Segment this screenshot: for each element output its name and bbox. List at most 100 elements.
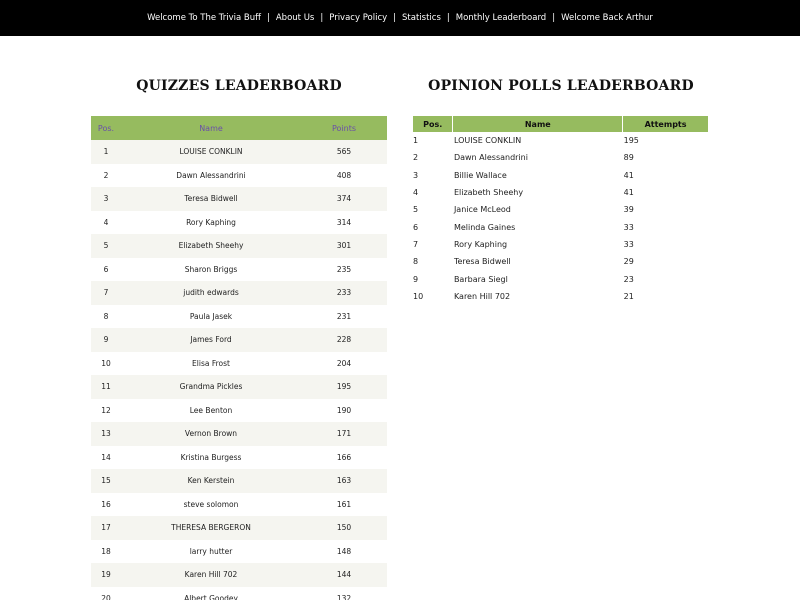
table-row: 15 Ken Kerstein 163 (91, 469, 387, 493)
cell-points: 190 (301, 398, 387, 422)
cell-position: 19 (91, 563, 121, 587)
table-row: 3 Billie Wallace 41 (413, 167, 709, 184)
table-row: 17 THERESA BERGERON 150 (91, 516, 387, 540)
cell-position: 8 (91, 304, 121, 328)
cell-position: 13 (91, 422, 121, 446)
table-row: 6 Sharon Briggs 235 (91, 257, 387, 281)
cell-player-name: LOUISE CONKLIN (453, 136, 522, 146)
cell-player-name: Rory Kaphing (121, 210, 301, 234)
table-row: 2 Dawn Alessandrini 408 (91, 163, 387, 187)
table-row: 14 Kristina Burgess 166 (91, 445, 387, 469)
cell-points: 163 (301, 469, 387, 493)
cell-attempts: 195 (623, 136, 639, 146)
table-row: 1 LOUISE CONKLIN 565 (91, 140, 387, 164)
nav-separator: | (320, 13, 324, 23)
table-header-row: Pos. Name Points (91, 116, 387, 140)
cell-position: 17 (91, 516, 121, 540)
nav-separator: | (552, 13, 556, 23)
cell-attempts: 33 (623, 239, 634, 249)
cell-points: 374 (301, 187, 387, 211)
cell-player-name: Billie Wallace (453, 170, 507, 180)
nav-separator: | (266, 13, 270, 23)
cell-player-name: James Ford (121, 328, 301, 352)
nav-link-monthly-leaderboard[interactable]: Monthly Leaderboard (456, 13, 546, 23)
cell-points: 408 (301, 163, 387, 187)
cell-position: 6 (91, 257, 121, 281)
column-header-name: Name (121, 116, 301, 140)
cell-position: 14 (91, 445, 121, 469)
cell-points: 228 (301, 328, 387, 352)
table-row: 8 Teresa Bidwell 29 (413, 253, 709, 270)
cell-player-name: Vernon Brown (121, 422, 301, 446)
cell-player-name: Sharon Briggs (121, 257, 301, 281)
cell-position: 20 (91, 586, 121, 600)
nav-link-statistics[interactable]: Statistics (402, 13, 441, 23)
quizzes-leaderboard-title: QUIZZES LEADERBOARD (136, 78, 342, 94)
cell-player-name: Barbara Siegl (453, 274, 508, 284)
cell-attempts: 21 (623, 291, 634, 301)
table-row: 5 Elizabeth Sheehy 301 (91, 234, 387, 258)
cell-points: 231 (301, 304, 387, 328)
cell-player-name: Teresa Bidwell (121, 187, 301, 211)
cell-points: 314 (301, 210, 387, 234)
cell-position: 9 (91, 328, 121, 352)
cell-points: 132 (301, 586, 387, 600)
cell-attempts: 41 (623, 170, 634, 180)
polls-leaderboard-title: OPINION POLLS LEADERBOARD (428, 78, 694, 94)
cell-position: 10 (91, 351, 121, 375)
cell-player-name: Albert Goodey (121, 586, 301, 600)
cell-player-name: Dawn Alessandrini (453, 153, 528, 163)
cell-points: 233 (301, 281, 387, 305)
cell-points: 166 (301, 445, 387, 469)
cell-player-name: THERESA BERGERON (121, 516, 301, 540)
table-row: 9 James Ford 228 (91, 328, 387, 352)
cell-position: 2 (413, 153, 419, 163)
cell-position: 7 (91, 281, 121, 305)
cell-player-name: Teresa Bidwell (453, 257, 511, 267)
cell-position: 3 (91, 187, 121, 211)
cell-position: 1 (413, 136, 419, 146)
table-row: 5 Janice McLeod 39 (413, 201, 709, 218)
table-row: 10 Karen Hill 702 21 (413, 288, 709, 305)
cell-attempts: 23 (623, 274, 634, 284)
cell-player-name: LOUISE CONKLIN (121, 140, 301, 164)
cell-player-name: judith edwards (121, 281, 301, 305)
cell-position: 3 (413, 170, 419, 180)
nav-link-privacy-policy[interactable]: Privacy Policy (329, 13, 387, 23)
cell-position: 10 (413, 291, 424, 301)
cell-player-name: Elisa Frost (121, 351, 301, 375)
cell-position: 16 (91, 492, 121, 516)
table-row: 12 Lee Benton 190 (91, 398, 387, 422)
nav-link-account[interactable]: Welcome Back Arthur (561, 13, 653, 23)
table-row: 7 Rory Kaphing 33 (413, 236, 709, 253)
column-header-points: Points (301, 116, 387, 140)
cell-attempts: 29 (623, 257, 634, 267)
cell-position: 15 (91, 469, 121, 493)
cell-points: 235 (301, 257, 387, 281)
cell-player-name: larry hutter (121, 539, 301, 563)
table-row: 6 Melinda Gaines 33 (413, 218, 709, 235)
cell-attempts: 89 (623, 153, 634, 163)
top-navigation: Welcome To The Trivia Buff | About Us | … (0, 0, 800, 36)
cell-player-name: Grandma Pickles (121, 375, 301, 399)
cell-attempts: 33 (623, 222, 634, 232)
table-row: 11 Grandma Pickles 195 (91, 375, 387, 399)
cell-attempts: 39 (623, 205, 634, 215)
cell-points: 144 (301, 563, 387, 587)
table-row: 4 Rory Kaphing 314 (91, 210, 387, 234)
cell-points: 171 (301, 422, 387, 446)
quizzes-leaderboard-table: Pos. Name Points 1 LOUISE CONKLIN 565 2 Dawn… (91, 116, 387, 600)
cell-player-name: Karen Hill 702 (121, 563, 301, 587)
table-row: 4 Elizabeth Sheehy 41 (413, 184, 709, 201)
nav-separator: | (393, 13, 397, 23)
nav-separator: | (446, 13, 450, 23)
nav-link-home[interactable]: Welcome To The Trivia Buff (147, 13, 261, 23)
cell-player-name: Lee Benton (121, 398, 301, 422)
table-row: 7 judith edwards 233 (91, 281, 387, 305)
cell-player-name: Karen Hill 702 (453, 291, 511, 301)
column-header-pos: Pos. (413, 116, 454, 132)
nav-link-about-us[interactable]: About Us (276, 13, 314, 23)
cell-player-name: Janice McLeod (453, 205, 511, 215)
cell-player-name: Kristina Burgess (121, 445, 301, 469)
cell-position: 1 (91, 140, 121, 164)
